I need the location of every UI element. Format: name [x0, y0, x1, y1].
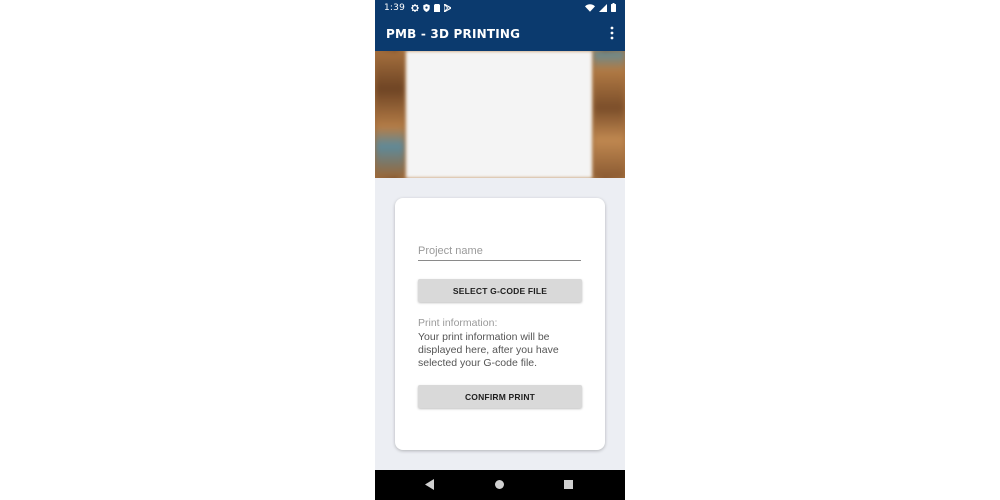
app-title: PMB - 3D PRINTING	[386, 26, 521, 41]
play-store-icon	[444, 4, 452, 12]
back-icon[interactable]	[425, 479, 435, 490]
phone-screen: 1:39 PMB - 3D PRINTING Project name SELE…	[375, 0, 625, 500]
banner-wood-right	[593, 51, 625, 178]
header-banner-image	[375, 51, 625, 178]
print-information-text: Your print information will be displayed…	[418, 331, 559, 369]
shield-icon	[423, 4, 430, 12]
banner-wood-left	[375, 51, 405, 178]
sim-card-icon	[434, 4, 441, 12]
status-icons-left	[411, 4, 452, 12]
app-bar: PMB - 3D PRINTING	[375, 16, 625, 51]
status-time: 1:39	[384, 3, 406, 13]
signal-icon	[599, 3, 607, 12]
banner-paper	[406, 51, 592, 178]
status-bar: 1:39	[375, 0, 625, 16]
wifi-icon	[585, 3, 595, 12]
navigation-bar	[375, 470, 625, 500]
print-form-card: SELECT G-CODE FILE Print information: Yo…	[395, 198, 605, 450]
confirm-print-button[interactable]: CONFIRM PRINT	[418, 385, 582, 408]
battery-icon	[611, 3, 616, 12]
more-vert-icon[interactable]	[609, 26, 615, 40]
print-information-label: Print information:	[418, 317, 498, 329]
recents-icon[interactable]	[564, 480, 573, 489]
status-icons-right	[585, 3, 616, 12]
project-name-input[interactable]	[418, 242, 581, 261]
select-gcode-file-button[interactable]: SELECT G-CODE FILE	[418, 279, 582, 302]
home-icon[interactable]	[495, 480, 504, 489]
settings-gear-icon	[411, 4, 420, 12]
